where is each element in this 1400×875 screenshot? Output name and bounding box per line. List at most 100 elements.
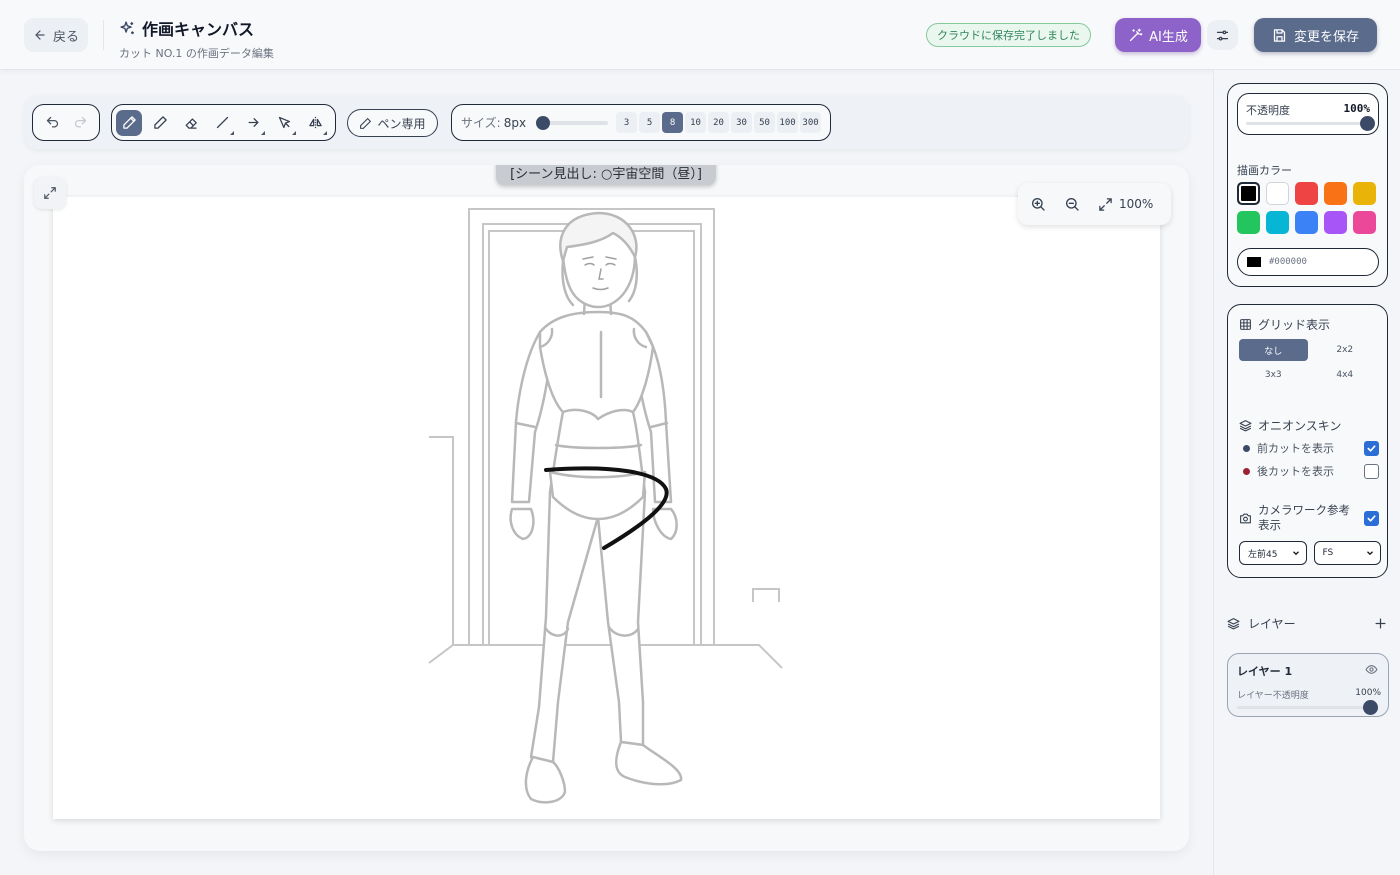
next-cut-dot: [1243, 467, 1250, 475]
chevron-down-icon: [1367, 551, 1373, 556]
ai-generate-label: AI生成: [1149, 29, 1188, 45]
camera-angle-select[interactable]: 左前45: [1239, 541, 1307, 565]
size-preset-100[interactable]: 100: [777, 112, 799, 133]
fullscreen-button[interactable]: [34, 177, 66, 209]
grid-option-3x3[interactable]: 3x3: [1239, 364, 1308, 386]
flip-horizontal-icon: [308, 116, 322, 129]
size-preset-5[interactable]: 5: [639, 112, 661, 133]
size-preset-8[interactable]: 8: [662, 112, 684, 133]
color-swatch-000000[interactable]: [1237, 182, 1260, 205]
camera-checkbox[interactable]: [1364, 510, 1379, 526]
size-preset-10[interactable]: 10: [685, 112, 707, 133]
submenu-corner-icon: [230, 130, 234, 135]
camera-shot-select[interactable]: FS: [1313, 541, 1381, 565]
magic-wand-icon: [1130, 28, 1143, 41]
color-swatch-ffffff[interactable]: [1266, 182, 1289, 205]
grid-option-none[interactable]: なし: [1239, 339, 1308, 361]
color-swatch-eab308[interactable]: [1353, 182, 1376, 205]
figure-hand-right: [651, 507, 678, 541]
grid-icon: [1240, 319, 1251, 330]
check-icon: [1367, 514, 1376, 522]
flip-tool-button[interactable]: [302, 110, 328, 136]
onion-label: オニオンスキン: [1258, 419, 1342, 433]
layers-icon: [1239, 420, 1252, 432]
zoom-in-icon[interactable]: [1030, 196, 1046, 212]
grid-option-2x2[interactable]: 2x2: [1311, 339, 1380, 361]
page-subtitle: カット NO.1 の作画データ編集: [119, 47, 274, 60]
title-block: 作画キャンバス カット NO.1 の作画データ編集: [119, 16, 274, 61]
submenu-corner-icon: [292, 130, 296, 135]
color-swatch-ef4444[interactable]: [1295, 182, 1318, 205]
color-swatch-06b6d4[interactable]: [1266, 211, 1289, 234]
layer-opacity-value: 100%: [1355, 688, 1381, 698]
color-swatch-3b82f6[interactable]: [1295, 211, 1318, 234]
settings-button[interactable]: [1207, 20, 1238, 50]
pen-tool-button[interactable]: [116, 109, 142, 136]
prev-cut-dot: [1243, 444, 1250, 452]
opacity-slider[interactable]: [1246, 116, 1375, 131]
eye-icon[interactable]: [1365, 663, 1378, 676]
back-button[interactable]: 戻る: [24, 18, 88, 52]
opacity-slider-knob[interactable]: [1360, 116, 1375, 131]
size-slider-knob[interactable]: [536, 115, 551, 130]
drawing-canvas[interactable]: [53, 197, 1160, 819]
arrow-tool-button[interactable]: [240, 110, 266, 136]
ai-generate-button[interactable]: AI生成: [1115, 18, 1201, 52]
size-value: 8px: [503, 115, 527, 130]
save-changes-button[interactable]: 変更を保存: [1254, 18, 1377, 52]
canvas-panel: [シーン見出し: ○宇宙空間（昼）] 100%: [24, 165, 1189, 851]
redo-button[interactable]: [67, 110, 93, 136]
size-slider[interactable]: [536, 115, 609, 130]
color-swatch-f97316[interactable]: [1324, 182, 1347, 205]
layer-name: レイヤー 1: [1237, 665, 1293, 678]
history-group: [32, 104, 100, 141]
maximize-icon: [44, 187, 56, 199]
pencil-tool-button[interactable]: [147, 110, 173, 136]
redo-icon: [74, 116, 86, 128]
grid-options: なし 2x2 3x3 4x4: [1239, 339, 1379, 386]
select-tool-button[interactable]: [271, 110, 297, 136]
prev-cut-label: 前カットを表示: [1257, 442, 1334, 455]
layer-opacity-label: レイヤー不透明度: [1237, 691, 1309, 701]
canvas-drawing: [428, 208, 783, 804]
small-box: [752, 588, 780, 602]
header-divider: [103, 20, 104, 50]
undo-button[interactable]: [39, 110, 65, 136]
opacity-control: 不透明度 100%: [1237, 93, 1379, 135]
size-preset-30[interactable]: 30: [731, 112, 753, 133]
color-swatch-ec4899[interactable]: [1353, 211, 1376, 234]
zoom-reset-button[interactable]: 100%: [1098, 197, 1153, 212]
size-preset-300[interactable]: 300: [800, 112, 822, 133]
line-tool-button[interactable]: [209, 110, 235, 136]
submenu-corner-icon: [323, 130, 327, 135]
size-preset-50[interactable]: 50: [754, 112, 776, 133]
figure-hand-left: [509, 507, 535, 541]
onion-prev-row: 前カットを表示: [1243, 440, 1379, 456]
size-preset-3[interactable]: 3: [616, 112, 638, 133]
camera-section-header: カメラワーク参考表示: [1239, 503, 1379, 533]
pencil-icon: [153, 116, 167, 129]
layer-opacity-knob[interactable]: [1363, 700, 1378, 715]
prev-cut-checkbox[interactable]: [1364, 440, 1379, 456]
zoom-out-icon[interactable]: [1064, 196, 1080, 212]
pen-only-toggle[interactable]: ペン専用: [347, 109, 438, 137]
add-layer-icon[interactable]: [1373, 616, 1388, 631]
layer-item[interactable]: レイヤー 1 レイヤー不透明度 100%: [1227, 653, 1389, 717]
layer-opacity-slider[interactable]: [1237, 700, 1378, 715]
camera-icon: [1240, 513, 1251, 523]
save-changes-label: 変更を保存: [1293, 29, 1359, 45]
grid-option-4x4[interactable]: 4x4: [1311, 364, 1380, 386]
color-swatch-22c55e[interactable]: [1237, 211, 1260, 234]
save-status-badge: クラウドに保存完了しました: [926, 23, 1091, 47]
onion-section-header: オニオンスキン: [1239, 417, 1341, 434]
color-swatch-a855f7[interactable]: [1324, 211, 1347, 234]
hex-color-input[interactable]: #000000: [1237, 248, 1379, 276]
size-preset-20[interactable]: 20: [708, 112, 730, 133]
grid-label: グリッド表示: [1258, 318, 1331, 332]
view-settings-card: グリッド表示 なし 2x2 3x3 4x4 オニオンスキン 前カットを表示 後カットを…: [1227, 304, 1388, 578]
figure-foot-left: [524, 755, 567, 804]
next-cut-checkbox[interactable]: [1364, 463, 1379, 479]
pen-only-label: ペン専用: [377, 116, 426, 131]
check-icon: [1367, 444, 1376, 452]
eraser-tool-button[interactable]: [178, 110, 204, 136]
